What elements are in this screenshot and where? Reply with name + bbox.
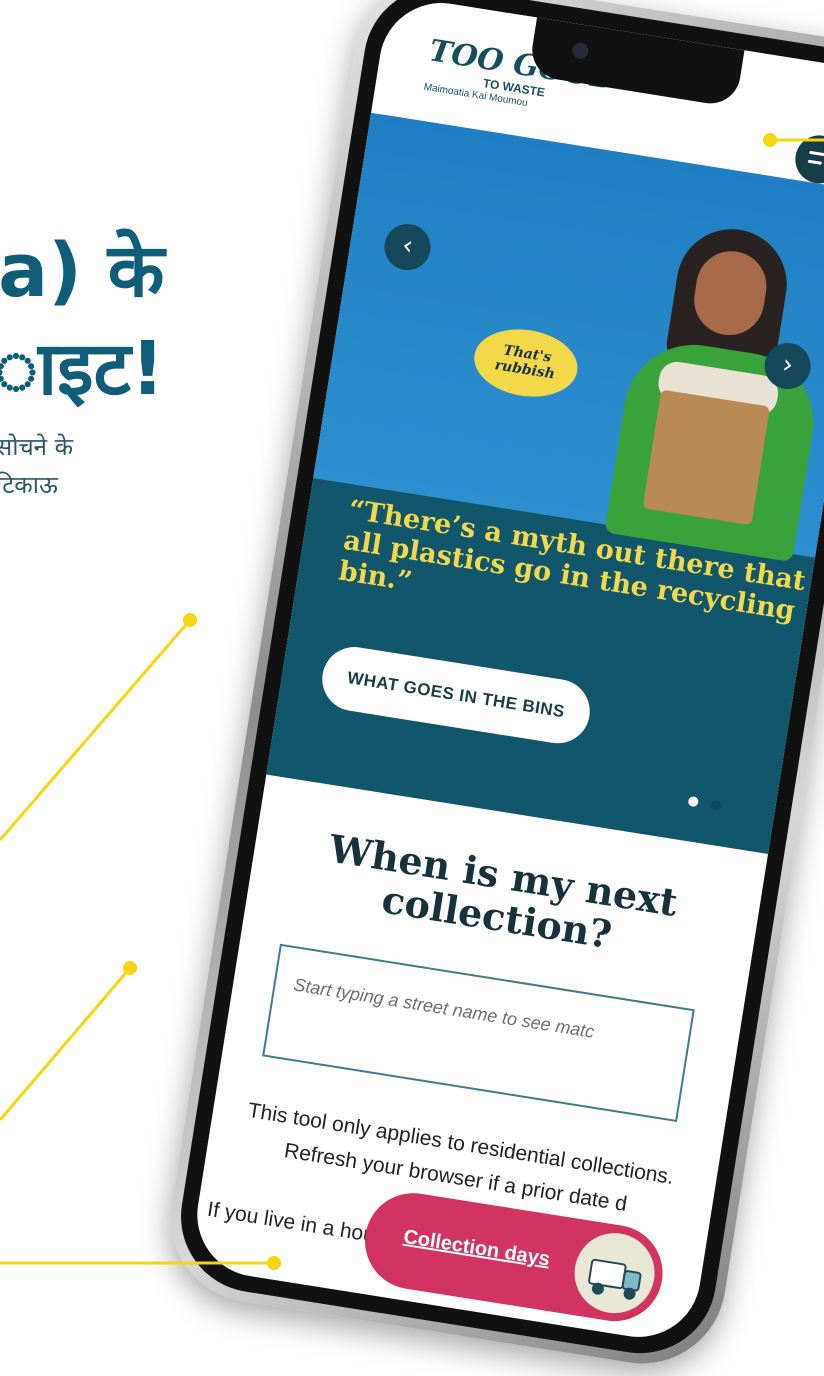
annotation-line-search [0,967,132,1121]
promo-title-line1: a) के [0,228,165,314]
promo-title: a) के ाइट! [0,222,165,418]
carousel-prev-button[interactable]: ‹ [381,220,434,274]
menu-icon-bar [807,159,822,165]
phone-mockup: TOO GOOD TO WASTE Maimoatia Kai Moumou T… [158,0,824,1376]
collection-days-label: Collection days [401,1225,552,1271]
speech-bubble: That's rubbish [469,322,583,404]
hero-person-image [598,215,824,564]
promo-subtitle-line1: सोचने के [0,433,74,461]
truck-icon [568,1227,661,1319]
street-search-box[interactable] [262,943,729,1122]
carousel-dot-2[interactable] [710,799,722,811]
menu-icon [809,150,824,158]
camera-icon [571,41,590,60]
street-search-input[interactable] [270,945,729,1089]
chevron-right-icon: › [780,349,796,381]
promo-title-line2: ाइट! [0,326,165,412]
carousel-dot-1[interactable] [687,795,699,808]
annotation-line-cta [0,619,192,841]
chevron-left-icon: ‹ [400,230,416,262]
promo-subtitle-line2: टिकाऊ [0,471,58,499]
promo-subtitle: सोचने के टिकाऊ [0,428,73,504]
menu-button[interactable] [791,131,824,187]
annotation-dot-search [123,961,137,975]
collection-title: When is my next collection? [326,825,681,958]
annotation-dot-cta [183,613,197,627]
paper-bag [642,389,771,526]
